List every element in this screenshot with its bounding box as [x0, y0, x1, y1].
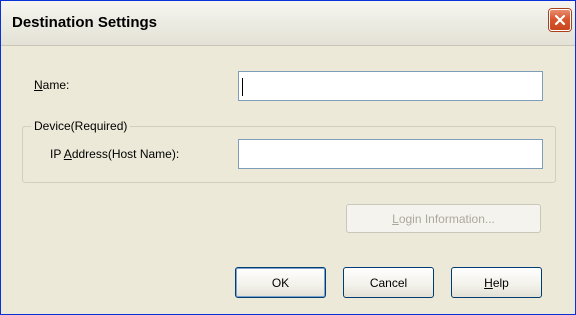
- ip-address-input[interactable]: [238, 139, 543, 169]
- name-label-accesskey: N: [34, 78, 43, 92]
- close-icon: [554, 14, 566, 26]
- login-information-button[interactable]: Login Information...: [346, 204, 541, 233]
- help-accesskey: H: [484, 275, 493, 290]
- window-title: Destination Settings: [12, 14, 158, 31]
- name-input[interactable]: [238, 71, 543, 101]
- help-label: elp: [492, 275, 509, 290]
- title-bar[interactable]: Destination Settings: [1, 1, 575, 46]
- ip-label-accesskey: A: [63, 147, 72, 161]
- ok-label: OK: [271, 275, 290, 290]
- ip-address-label: IP Address(Host Name):: [50, 147, 179, 161]
- cancel-label: Cancel: [369, 275, 408, 290]
- text-caret: [242, 78, 243, 96]
- cancel-button[interactable]: Cancel: [343, 267, 434, 298]
- ip-label-prefix: IP: [50, 147, 64, 161]
- login-accesskey: L: [392, 211, 399, 226]
- help-button[interactable]: Help: [451, 267, 542, 298]
- close-button[interactable]: [549, 9, 571, 31]
- login-label: ogin Information...: [398, 211, 495, 226]
- device-group-label: Device(Required): [31, 119, 131, 133]
- name-label: Name:: [34, 78, 69, 92]
- dialog-window: Destination Settings Name: Device(Requir…: [0, 0, 576, 315]
- ok-button[interactable]: OK: [235, 267, 326, 298]
- ip-label-text: ddress(Host Name):: [71, 147, 180, 161]
- name-label-text: ame:: [42, 78, 70, 92]
